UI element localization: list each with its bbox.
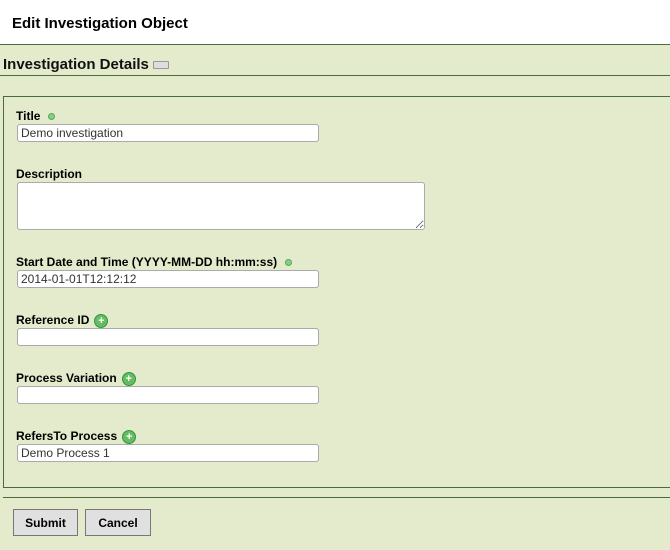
divider — [0, 75, 670, 76]
section-title-text: Investigation Details — [3, 56, 149, 73]
add-icon[interactable]: + — [122, 429, 137, 444]
required-dot-icon — [285, 259, 293, 267]
process-variation-label: Process Variation + — [16, 371, 136, 386]
reference-id-input[interactable] — [17, 328, 319, 346]
required-dot-icon — [48, 113, 56, 121]
page-title: Edit Investigation Object — [12, 15, 188, 32]
start-date-label: Start Date and Time (YYYY-MM-DD hh:mm:ss… — [16, 255, 293, 269]
submit-button[interactable]: Submit — [13, 509, 78, 536]
keyboard-icon[interactable] — [152, 61, 169, 70]
description-textarea[interactable] — [17, 182, 425, 230]
title-label: Title — [16, 109, 56, 123]
refers-to-process-label: RefersTo Process + — [16, 429, 137, 444]
add-icon[interactable]: + — [94, 313, 109, 328]
description-label: Description — [16, 167, 83, 181]
refers-to-process-input[interactable] — [17, 444, 319, 462]
add-icon[interactable]: + — [121, 371, 136, 386]
header: Edit Investigation Object — [0, 0, 670, 45]
start-date-input[interactable] — [17, 270, 319, 288]
reference-id-label: Reference ID + — [16, 313, 109, 328]
title-input[interactable] — [17, 124, 319, 142]
cancel-button[interactable]: Cancel — [85, 509, 151, 536]
divider — [3, 497, 670, 498]
process-variation-input[interactable] — [17, 386, 319, 404]
section-title: Investigation Details — [3, 56, 169, 73]
